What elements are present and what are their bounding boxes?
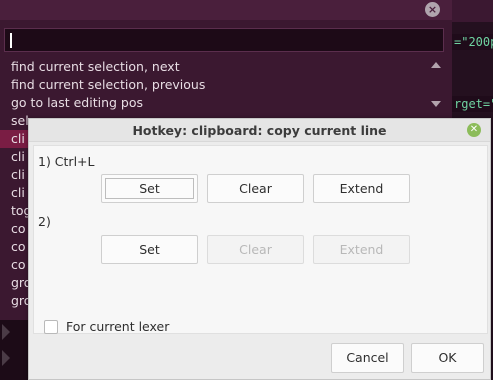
code-line: ="200p [452,34,493,50]
scroll-down-icon[interactable] [431,101,441,107]
hotkey-1-label: 1) Ctrl+L [38,154,95,169]
dialog-title: Hotkey: clipboard: copy current line [132,123,387,138]
clear-button-2: Clear [207,235,304,264]
text-caret [10,33,12,48]
scroll-up-icon[interactable] [431,62,441,68]
list-item[interactable]: find current selection, next [0,58,430,76]
set-button-2[interactable]: Set [101,235,198,264]
set-button-1[interactable]: Set [101,174,198,203]
fold-arrow-icon [2,324,10,340]
editor-tab-strip [452,0,493,22]
left-gutter [0,320,28,380]
for-current-lexer-checkbox[interactable] [44,320,58,334]
dialog-titlebar: Hotkey: clipboard: copy current line ✕ [29,119,490,142]
extend-button-1[interactable]: Extend [313,174,410,203]
close-icon[interactable]: ✕ [467,123,481,137]
list-item[interactable]: go to last editing pos [0,94,430,112]
clear-button-1[interactable]: Clear [207,174,304,203]
hotkey-panel: 1) Ctrl+L Set Clear Extend 2) Set Clear … [33,145,488,334]
hotkey-dialog: Hotkey: clipboard: copy current line ✕ 1… [28,118,491,380]
for-current-lexer-label[interactable]: For current lexer [66,319,169,334]
ok-button[interactable]: OK [411,343,484,373]
extend-button-2: Extend [313,235,410,264]
cancel-button[interactable]: Cancel [331,343,404,373]
close-icon[interactable]: × [425,2,440,17]
code-line: rget=" [452,96,493,112]
fold-arrow-icon [2,350,10,366]
hotkey-2-label: 2) [38,214,51,229]
command-search-input[interactable] [4,28,444,52]
palette-titlebar: × [0,0,452,20]
list-item[interactable]: find current selection, previous [0,76,430,94]
